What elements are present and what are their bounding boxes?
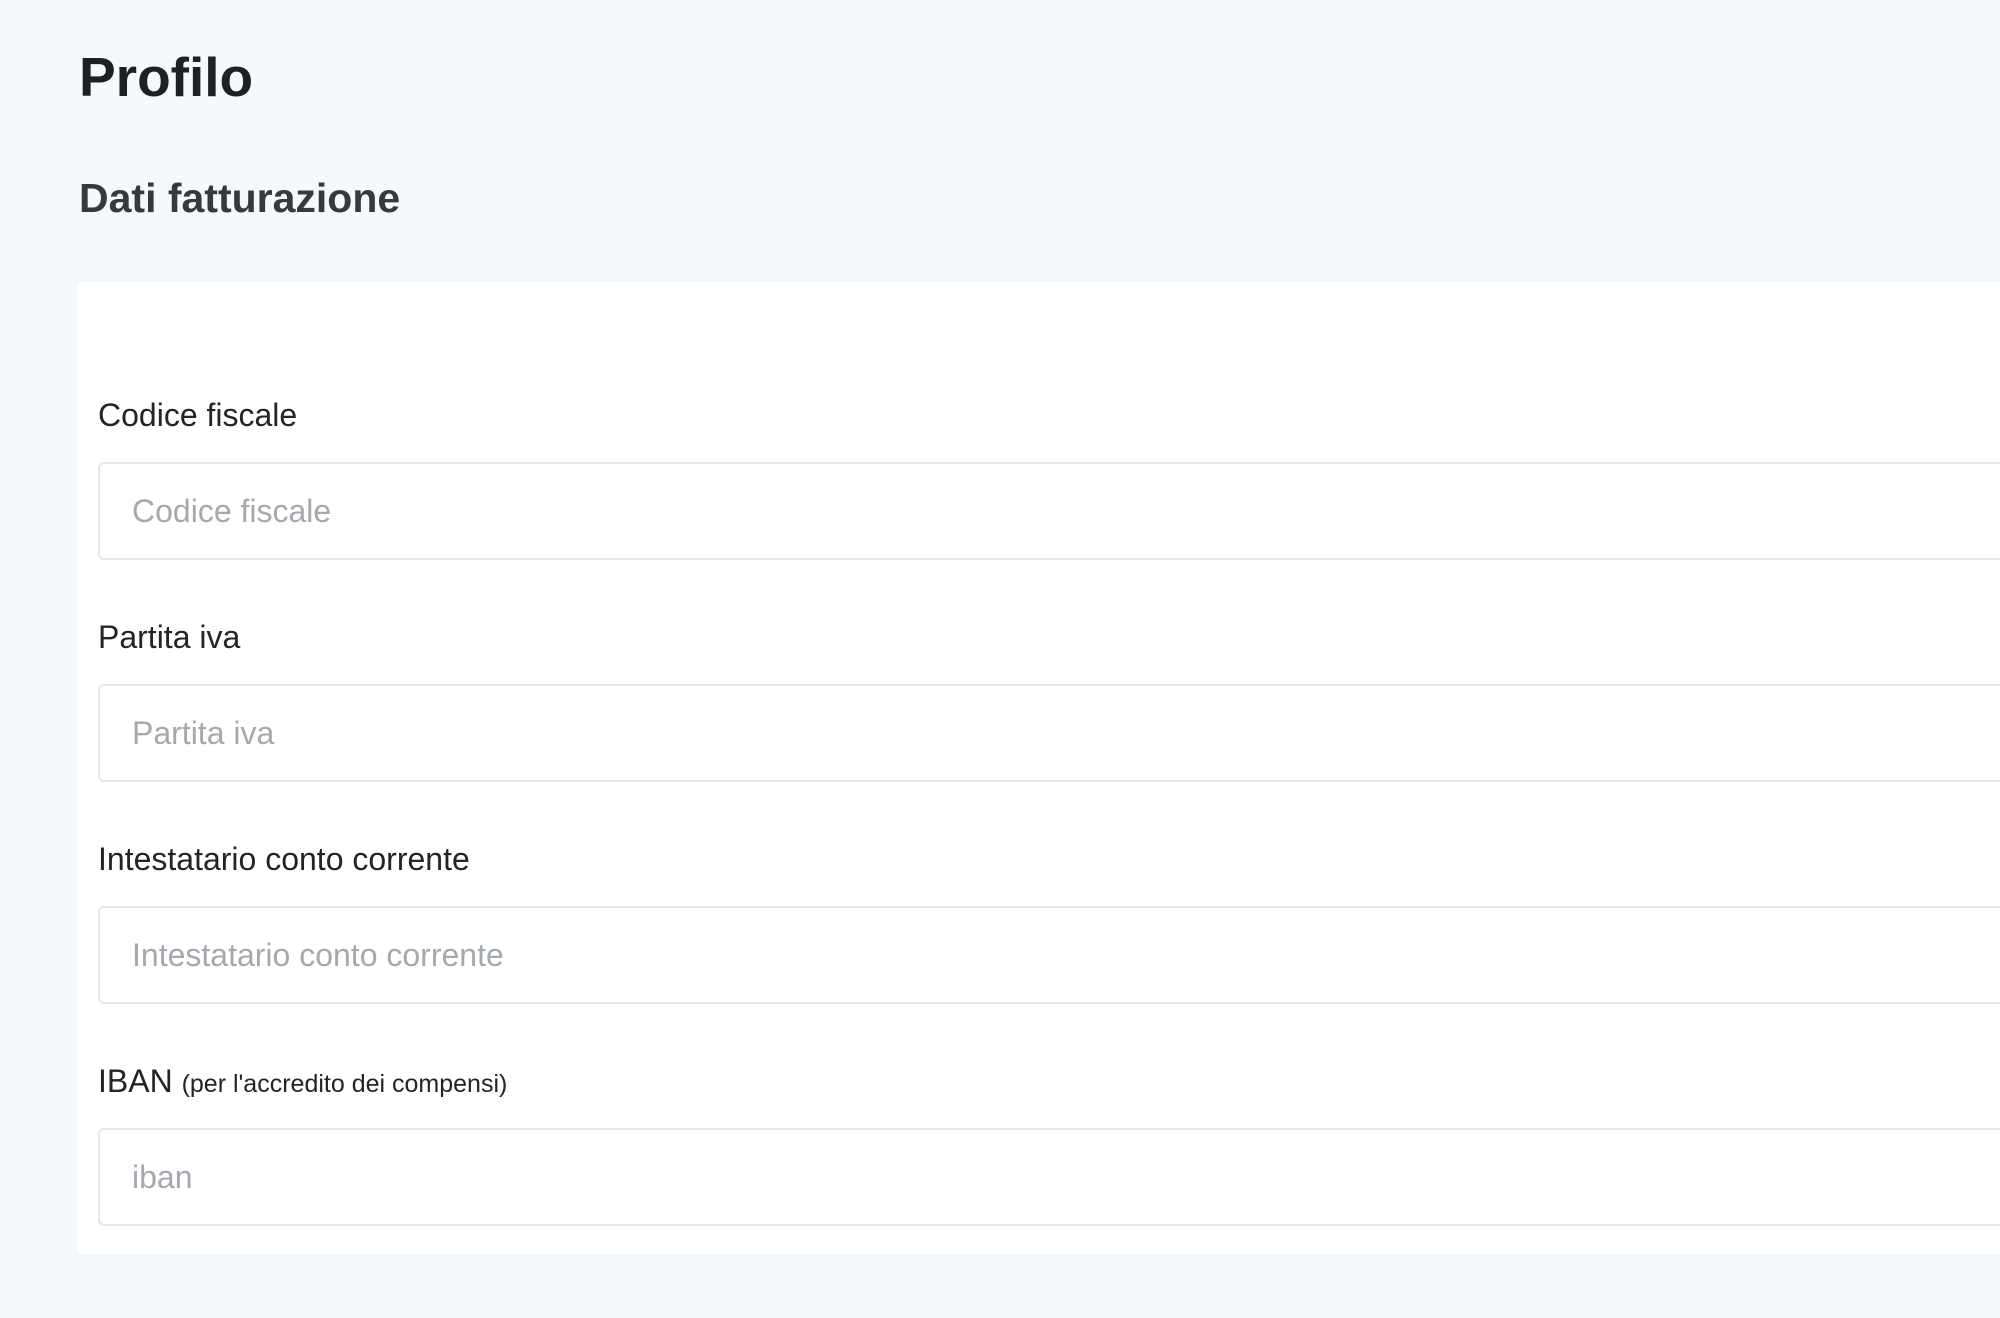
account-holder-field-group: Intestatario conto corrente [98,838,2000,1004]
billing-section-title: Dati fatturazione [79,175,401,221]
iban-input[interactable] [98,1128,2000,1226]
vat-number-input[interactable] [98,684,2000,782]
iban-label-text: IBAN [98,1063,173,1099]
billing-card: Codice fiscale Partita iva Intestatario … [77,283,2000,1253]
tax-code-field-group: Codice fiscale [98,394,2000,560]
iban-label: IBAN (per l'accredito dei compensi) [98,1060,2000,1102]
profile-page: Profilo Dati fatturazione Codice fiscale… [0,0,2000,1318]
account-holder-label: Intestatario conto corrente [98,841,470,877]
vat-number-label: Partita iva [98,619,241,655]
page-title: Profilo [79,46,254,108]
tax-code-label: Codice fiscale [98,397,298,433]
vat-number-field-group: Partita iva [98,616,2000,782]
account-holder-input[interactable] [98,906,2000,1004]
iban-label-note: (per l'accredito dei compensi) [181,1070,508,1098]
tax-code-input[interactable] [98,462,2000,560]
iban-field-group: IBAN (per l'accredito dei compensi) [98,1060,2000,1226]
